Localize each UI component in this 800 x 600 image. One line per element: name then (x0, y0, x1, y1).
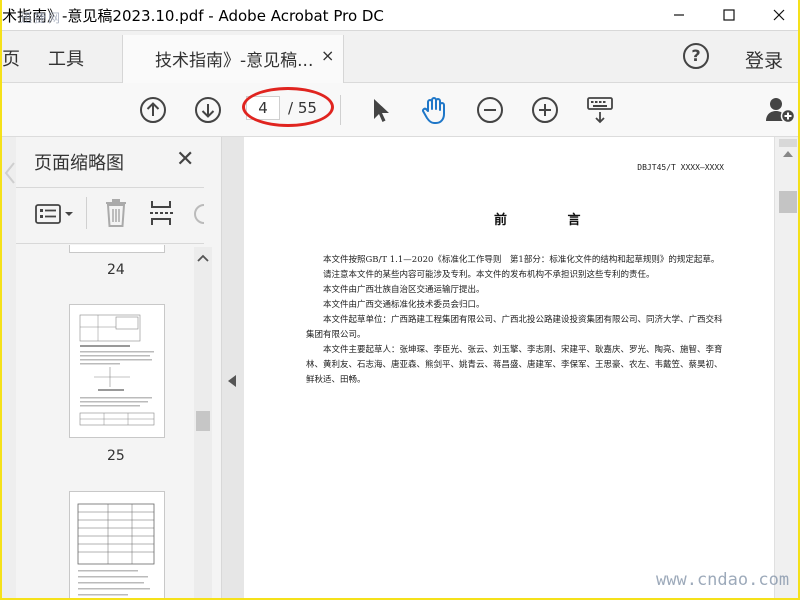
close-tab-icon[interactable]: × (321, 46, 334, 65)
trash-icon (106, 199, 126, 227)
standard-code: DBJT45/T XXXX—XXXX (637, 163, 724, 172)
logo-watermark: 迅捷网 (20, 11, 63, 25)
document-page[interactable]: DBJT45/T XXXX—XXXX 前 言 本文件按照GB/T 1.1—202… (244, 137, 774, 598)
site-watermark: www.cndao.com (656, 570, 790, 590)
panel-close-icon[interactable]: ✕ (176, 147, 194, 172)
panel-collapse-handle[interactable] (222, 137, 244, 598)
chevron-left-icon (228, 375, 236, 387)
zoom-in-button[interactable] (529, 94, 561, 126)
tab-tools[interactable]: 工具 (48, 45, 84, 71)
scroll-track-cap (779, 139, 797, 147)
share-user-button[interactable] (764, 94, 796, 126)
hand-tool-button[interactable] (418, 94, 450, 126)
previous-page-button[interactable] (137, 94, 169, 126)
select-arrow-icon (374, 99, 389, 122)
page-highlight-ellipse (242, 87, 334, 127)
thumbnail-page[interactable] (69, 304, 165, 438)
paragraph: 本文件主要起草人：张坤琛、李臣光、张云、刘玉擎、李志刚、宋建平、耿嘉庆、罗光、陶… (306, 345, 723, 385)
document-tab-label: 技术指南》-意见稿... (155, 51, 314, 71)
document-heading: 前 言 (494, 213, 609, 228)
minimize-icon (674, 14, 684, 16)
tab-bar: 页 工具 技术指南》-意见稿... × ? 登录 (2, 31, 798, 83)
arrow-down-circle-icon (195, 97, 221, 123)
add-user-icon (766, 98, 796, 124)
maximize-icon (723, 9, 735, 21)
delete-page-button[interactable] (102, 197, 130, 229)
page-split-icon (150, 201, 174, 225)
thumbnail-label: 24 (107, 262, 125, 278)
zoom-out-button[interactable] (474, 94, 506, 126)
zoom-out-icon (477, 97, 503, 123)
panel-title: 页面缩略图 (34, 153, 124, 174)
close-icon (773, 9, 785, 21)
keyboard-icon (587, 97, 613, 124)
options-menu-icon (35, 204, 73, 224)
hand-icon (422, 97, 445, 124)
document-scroll-thumb[interactable] (779, 191, 797, 213)
zoom-in-icon (532, 97, 558, 123)
page-preview (79, 314, 155, 426)
select-tool-button[interactable] (364, 94, 396, 126)
paragraph: 本文件由广西壮族自治区交通运输厅提出。 (323, 285, 485, 295)
thumbnail-tools (34, 195, 214, 235)
next-page-button[interactable] (192, 94, 224, 126)
paragraph: 本文件按照GB/T 1.1—2020《标准化工作导则 第1部分：标准化文件的结构… (323, 255, 720, 265)
tools-divider (86, 197, 87, 229)
thumbnail-scroll-thumb[interactable] (196, 411, 210, 431)
paragraph: 本文件由广西交通标准化技术委员会归口。 (323, 300, 485, 310)
thumbnail-options-button[interactable] (34, 199, 76, 229)
title-bar: 术指南》-意见稿2023.10.pdf - Adobe Acrobat Pro … (2, 0, 798, 31)
rotate-page-button[interactable] (188, 197, 208, 229)
toolbar-divider (340, 95, 341, 125)
thumbnail-label: 25 (107, 448, 125, 464)
thumbnail-page[interactable] (69, 491, 165, 598)
page-preview (77, 503, 155, 596)
arrow-up-circle-icon (140, 97, 166, 123)
left-rail (2, 137, 16, 598)
thumbnail-scrollbar[interactable] (194, 247, 212, 598)
panel-divider (16, 243, 204, 244)
maximize-button[interactable] (706, 0, 752, 30)
scroll-up-arrow-icon[interactable] (783, 151, 793, 157)
minimize-button[interactable] (656, 0, 702, 30)
thumbnails-panel: 页面缩略图 ✕ 24 25 (16, 137, 222, 598)
login-link[interactable]: 登录 (745, 46, 783, 73)
chevron-up-icon (197, 254, 209, 262)
rotate-icon (194, 204, 205, 224)
extract-page-button[interactable] (148, 197, 176, 229)
tab-home[interactable]: 页 (2, 45, 20, 71)
panel-pointer-icon (4, 162, 15, 184)
paragraph: 本文件起草单位：广西路建工程集团有限公司、广西北投公路建设投资集团有限公司、同济… (306, 315, 723, 340)
document-body: 本文件按照GB/T 1.1—2020《标准化工作导则 第1部分：标准化文件的结构… (306, 253, 726, 388)
help-icon[interactable]: ? (683, 43, 709, 69)
keyboard-tools-button[interactable] (584, 94, 616, 126)
thumbnail-page[interactable] (69, 245, 165, 253)
acrobat-window: 术指南》-意见稿2023.10.pdf - Adobe Acrobat Pro … (0, 0, 800, 600)
panel-divider (16, 187, 204, 188)
paragraph: 请注意本文件的某些内容可能涉及专利。本文件的发布机构不承担识别这些专利的责任。 (323, 270, 655, 280)
document-scrollbar[interactable] (774, 137, 798, 598)
tab-document[interactable]: 技术指南》-意见稿... × (122, 35, 344, 83)
close-window-button[interactable] (756, 0, 798, 30)
toolbar: 4 / 55 (2, 83, 798, 137)
